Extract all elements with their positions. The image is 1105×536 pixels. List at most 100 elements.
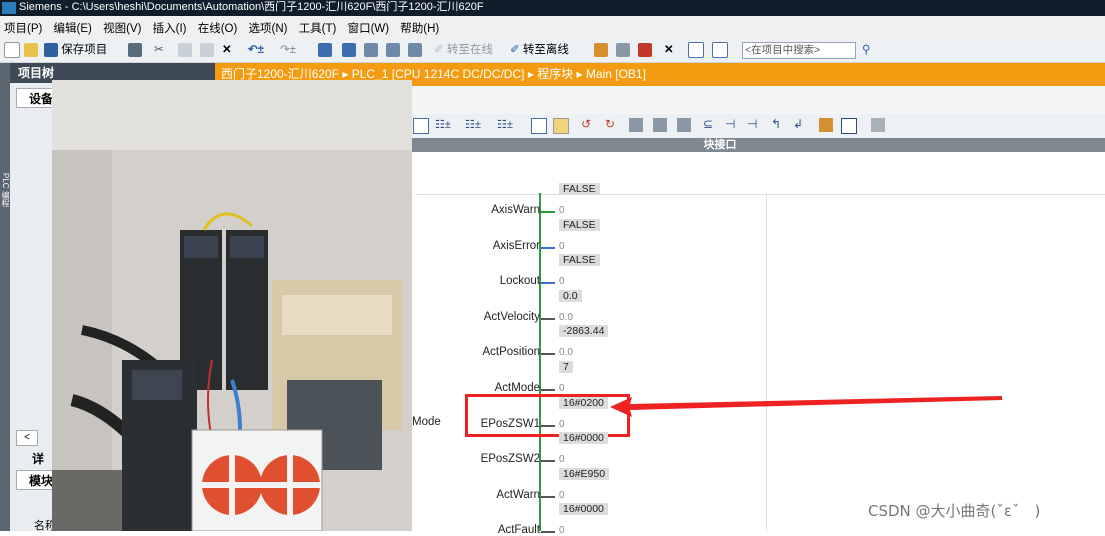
pin-initial-value: 0 xyxy=(559,276,565,288)
save-icon xyxy=(44,42,58,57)
download-icon xyxy=(342,42,356,57)
window-title-bar: Siemens - C:\Users\heshi\Documents\Autom… xyxy=(0,0,1105,16)
pin-wire xyxy=(541,531,555,534)
save-project-button[interactable]: 保存项目 xyxy=(44,42,107,58)
pin-monitor-value[interactable]: 16#E950 xyxy=(559,467,610,480)
upload-button[interactable] xyxy=(364,42,378,58)
search-go-button[interactable]: ⚲ xyxy=(862,42,870,58)
insert-contact-icon[interactable]: ⊣ xyxy=(725,117,735,131)
pin-name: ActVelocity xyxy=(483,310,540,323)
download-button[interactable] xyxy=(342,42,356,58)
breadcrumb-plc[interactable]: PLC_1 [CPU 1214C DC/DC/DC] xyxy=(352,67,525,81)
delete-button[interactable]: ✕ xyxy=(222,42,232,58)
menu-view[interactable]: 视图(V) xyxy=(101,16,145,36)
new-project-button[interactable] xyxy=(4,42,20,58)
pin-monitor-value[interactable]: -2863.44 xyxy=(559,325,609,338)
update-call-icon[interactable] xyxy=(653,118,667,132)
absolute-symbolic-icon[interactable] xyxy=(531,118,547,134)
print-button[interactable] xyxy=(128,42,142,58)
network-comment-icon[interactable] xyxy=(413,118,429,134)
next-error-icon[interactable]: ↻ xyxy=(605,117,615,131)
block-call-icon[interactable] xyxy=(629,118,643,132)
tab-modules[interactable]: 模块 xyxy=(16,470,56,490)
go-online-label: 转至在线 xyxy=(446,44,493,56)
print-icon xyxy=(128,42,142,57)
menu-window[interactable]: 窗口(W) xyxy=(346,16,394,36)
pin-initial-value: 0 xyxy=(559,489,565,501)
pin-monitor-value[interactable]: FALSE xyxy=(559,218,600,231)
hardware-photo-svg xyxy=(52,80,412,531)
diagnostics-icon xyxy=(594,42,608,57)
split-horizontal-button[interactable] xyxy=(688,42,704,58)
main-toolbar: 保存项目 ✂ ✕ ↶± ↷± ✐ 转至在线 ✐ 转至离线 ✕ ⚲ xyxy=(0,38,1105,63)
menu-tools[interactable]: 工具(T) xyxy=(297,16,341,36)
copy-button[interactable] xyxy=(178,42,192,58)
go-to-error-icon[interactable]: ↺ xyxy=(581,117,591,131)
diagnostics-button[interactable] xyxy=(594,42,608,58)
undo-button[interactable]: ↶± xyxy=(248,42,264,58)
monitoring-on-off-icon[interactable] xyxy=(841,118,857,134)
close-branch-icon[interactable]: ↲ xyxy=(793,117,803,131)
pin-monitor-value[interactable]: FALSE xyxy=(559,183,600,195)
network-divider xyxy=(415,194,1105,195)
simulation-icon xyxy=(386,42,400,57)
insert-rung-icon[interactable]: ☷± xyxy=(465,118,481,131)
redo-button[interactable]: ↷± xyxy=(280,42,296,58)
pin-monitor-value[interactable]: 0.0 xyxy=(559,289,582,302)
pin-monitor-value[interactable]: 7 xyxy=(559,361,573,373)
close-icon: ✕ xyxy=(664,44,674,56)
project-tree-title: 项目树 xyxy=(18,66,55,80)
compare-icon xyxy=(638,42,652,57)
pin-name: EPosZSW1 xyxy=(480,417,540,430)
project-search-input[interactable]: <在项目中搜索> xyxy=(742,42,856,59)
cut-button[interactable]: ✂ xyxy=(154,42,164,58)
breadcrumb-project[interactable]: 西门子1200-汇川620F xyxy=(221,67,339,81)
menu-insert[interactable]: 插入(I) xyxy=(151,16,191,36)
pin-wire xyxy=(541,317,555,320)
expand-networks-icon[interactable]: ☷± xyxy=(497,118,513,131)
menu-edit[interactable]: 编辑(E) xyxy=(52,16,96,36)
insert-coil-icon[interactable]: ⊣ xyxy=(747,117,757,131)
accessible-devices-button[interactable] xyxy=(408,42,422,58)
pin-initial-value: 0.0 xyxy=(559,347,573,359)
pin-initial-value: 0 xyxy=(559,240,565,252)
menu-online[interactable]: 在线(O) xyxy=(196,16,242,36)
pin-name: ActWarn xyxy=(496,488,540,501)
pin-monitor-value[interactable]: 16#0200 xyxy=(559,396,608,409)
scroll-left-button[interactable]: < xyxy=(16,430,38,446)
compare-button[interactable] xyxy=(638,42,652,58)
menu-help[interactable]: 帮助(H) xyxy=(398,16,443,36)
open-project-button[interactable] xyxy=(24,42,38,58)
paste-button[interactable] xyxy=(200,42,214,58)
pin-wire xyxy=(541,495,555,498)
open-branch-icon[interactable]: ↰ xyxy=(771,117,781,131)
go-online-button[interactable]: ✐ 转至在线 xyxy=(434,42,493,58)
go-offline-button[interactable]: ✐ 转至离线 xyxy=(510,42,569,58)
pin-monitor-value[interactable]: FALSE xyxy=(559,254,600,267)
compile-button[interactable] xyxy=(318,42,332,58)
folder-icon xyxy=(24,42,38,57)
menu-options[interactable]: 选项(N) xyxy=(247,16,292,36)
breadcrumb-program-blocks[interactable]: 程序块 xyxy=(537,67,573,81)
hardware-photo xyxy=(52,80,412,531)
breadcrumb-main-ob1[interactable]: Main [OB1] xyxy=(586,67,646,81)
split-vertical-button[interactable] xyxy=(712,42,728,58)
modify-icon[interactable] xyxy=(819,118,833,132)
pin-wire xyxy=(541,211,555,213)
insert-network-icon[interactable]: ☷± xyxy=(435,118,451,131)
pin-monitor-value[interactable]: 16#0000 xyxy=(559,432,608,445)
menu-project[interactable]: 项目(P) xyxy=(2,16,46,36)
monitor-icon[interactable] xyxy=(677,118,691,132)
cross-reference-button[interactable] xyxy=(616,42,630,58)
save-label: 保存项目 xyxy=(61,44,108,56)
devices-icon xyxy=(408,42,422,57)
plc-programming-side-tab[interactable]: PLC 编程 xyxy=(0,63,10,531)
close-editor-button[interactable]: ✕ xyxy=(664,42,674,58)
compile-icon xyxy=(318,42,332,57)
simulation-button[interactable] xyxy=(386,42,400,58)
download-block-icon[interactable] xyxy=(871,118,885,132)
insert-box-icon[interactable]: ⊆ xyxy=(703,117,713,131)
pin-monitor-value[interactable]: 16#0000 xyxy=(559,503,608,516)
pin-wire xyxy=(541,460,555,463)
favorites-icon[interactable] xyxy=(553,118,569,134)
